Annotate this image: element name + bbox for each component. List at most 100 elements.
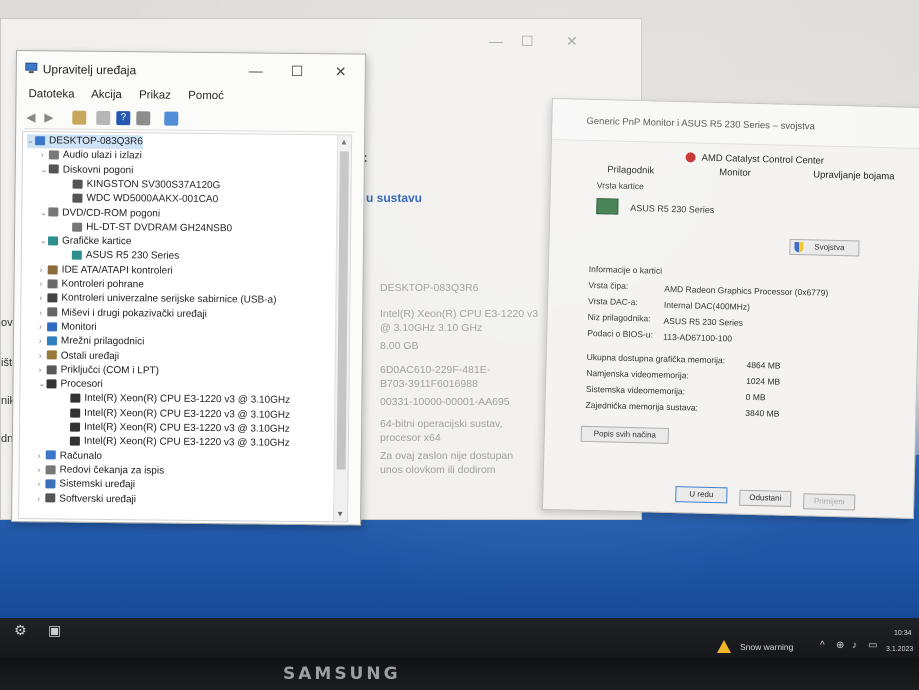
tab-adapter[interactable]: Prilagodnik [607, 164, 654, 176]
window-app-icon[interactable]: ▣ [48, 622, 61, 639]
tree-item[interactable]: › Priključci (COM i LPT) [39, 363, 159, 378]
apply-button[interactable]: Primijeni [803, 493, 856, 511]
menu-file[interactable]: Datoteka [28, 88, 74, 100]
tree-item[interactable]: › Mrežni prilagodnici [39, 334, 145, 349]
scroll-thumb[interactable] [336, 151, 349, 470]
tree-item[interactable]: HL-DT-ST DVDRAM GH24NSB0 [64, 220, 232, 236]
chevron-right-icon[interactable]: › [39, 320, 47, 334]
chevron-right-icon[interactable]: › [38, 463, 46, 477]
tree-item[interactable]: › Redovi čekanja za ispis [38, 463, 165, 478]
minimize-icon[interactable]: — [249, 62, 263, 78]
cancel-button[interactable]: Odustani [739, 489, 792, 507]
volume-icon[interactable]: ♪ [852, 640, 857, 651]
scan-hardware-icon[interactable] [164, 111, 179, 126]
tree-item[interactable]: ⌄ Procesori [38, 377, 102, 392]
properties-button[interactable]: Svojstva [789, 238, 860, 257]
tree-item-label: Ostali uređaji [60, 349, 120, 362]
display-adapter-icon [71, 250, 82, 260]
system-section-link[interactable]: u sustavu [366, 191, 422, 205]
chevron-right-icon[interactable]: › [40, 263, 48, 277]
info-value-chip: AMD Radeon Graphics Processor (0x6779) [664, 283, 829, 298]
chevron-down-icon[interactable]: ⌄ [40, 206, 48, 220]
tree-item[interactable]: ⌄ DVD/CD-ROM pogoni [40, 206, 160, 221]
card-type-label: Vrsta kartice [596, 180, 644, 192]
mem-label-system: Sistemska videomemorija: [585, 383, 686, 397]
tree-item[interactable]: › Kontroleri pohrane [39, 277, 144, 292]
menu-view[interactable]: Prikaz [139, 89, 171, 101]
tree-item-label: IDE ATA/ATAPI kontroleri [61, 264, 173, 277]
device-view-icon[interactable] [136, 111, 151, 126]
tree-item[interactable]: › Softverski uređaji [37, 492, 136, 507]
chevron-down-icon[interactable]: ⌄ [40, 234, 48, 248]
audio-icon [48, 150, 59, 160]
forward-arrow-icon[interactable]: ▶ [44, 110, 58, 124]
ok-button[interactable]: U redu [675, 486, 728, 504]
tree-item[interactable]: › Sistemski uređaji [37, 477, 135, 492]
chevron-right-icon[interactable]: › [39, 363, 47, 377]
scroll-down-icon[interactable]: ▼ [336, 509, 344, 518]
chevron-right-icon[interactable]: › [39, 277, 47, 291]
tree-item[interactable]: › Računalo [38, 449, 102, 464]
weather-warning-icon[interactable] [717, 640, 731, 653]
network-icon[interactable]: ⊕ [836, 640, 844, 651]
tree-item[interactable]: › Miševi i drugi pokazivački uređaji [39, 306, 207, 322]
sys-pen-2: unos olovkom ili dodirom [380, 464, 496, 476]
chevron-right-icon[interactable]: › [39, 349, 47, 363]
settings-gear-icon[interactable]: ⚙ [14, 622, 27, 639]
keyboard-icon[interactable]: ▭ [868, 640, 877, 651]
chevron-right-icon[interactable]: › [38, 449, 46, 463]
tree-item[interactable]: › Monitori [39, 320, 97, 335]
print-queue-icon [45, 465, 56, 475]
tree-item-label: HL-DT-ST DVDRAM GH24NSB0 [86, 221, 233, 235]
weather-text[interactable]: Snow warning [740, 642, 793, 652]
tree-item-label: KINGSTON SV300S37A120G [86, 178, 221, 192]
chevron-down-icon[interactable]: ⌄ [41, 163, 49, 177]
list-all-modes-button[interactable]: Popis svih načina [580, 425, 669, 444]
chevron-right-icon[interactable]: › [39, 306, 47, 320]
clock-date[interactable]: 3.1.2023 [886, 646, 913, 653]
tab-monitor[interactable]: Monitor [719, 167, 751, 179]
back-arrow-icon[interactable]: ◀ [26, 110, 40, 124]
chevron-right-icon[interactable]: › [41, 149, 49, 163]
tray-chevron-icon[interactable]: ^ [820, 640, 825, 651]
properties-icon[interactable] [72, 110, 87, 125]
tree-item[interactable]: › Audio ulazi i izlazi [41, 149, 142, 164]
tab-amd-catalyst[interactable]: AMD Catalyst Control Center [701, 153, 824, 167]
tree-item-label: Audio ulazi i izlazi [62, 149, 142, 162]
tree-item[interactable]: ⌄ Diskovni pogoni [41, 163, 134, 178]
menu-action[interactable]: Akcija [91, 89, 122, 101]
menu-help[interactable]: Pomoć [188, 90, 224, 102]
chevron-right-icon[interactable]: › [39, 334, 47, 348]
minimize-icon[interactable]: — [489, 33, 503, 49]
maximize-icon[interactable]: ☐ [521, 33, 534, 50]
close-icon[interactable]: ✕ [335, 63, 347, 80]
info-value-adapter-string: ASUS R5 230 Series [663, 315, 744, 328]
chevron-down-icon[interactable]: ⌄ [38, 377, 46, 391]
tree-item[interactable]: ⌄ Grafičke kartice [40, 234, 132, 249]
tree-item[interactable]: ⌄ DESKTOP-083Q3R6 [26, 134, 143, 150]
tree-item[interactable]: ASUS R5 230 Series [64, 249, 180, 264]
tree-item[interactable]: › Ostali uređaji [39, 349, 120, 364]
tab-color-management[interactable]: Upravljanje bojama [813, 169, 895, 182]
help-icon[interactable]: ? [116, 111, 131, 126]
tree-item-label: Računalo [59, 450, 103, 462]
chevron-right-icon[interactable]: › [37, 492, 45, 506]
tree-item[interactable]: KINGSTON SV300S37A120G [65, 177, 221, 193]
close-icon[interactable]: ✕ [566, 33, 578, 50]
device-tree[interactable]: ▲ ▼ ⌄ DESKTOP-083Q3R6 › Audio ulazi i izlaz… [18, 131, 353, 523]
tree-item[interactable]: › IDE ATA/ATAPI kontroleri [40, 263, 173, 278]
clock-time[interactable]: 10:34 [894, 630, 912, 637]
tree-item-label: Intel(R) Xeon(R) CPU E3-1220 v3 @ 3.10GH… [84, 407, 291, 421]
processor-icon [70, 393, 81, 403]
chevron-right-icon[interactable]: › [37, 477, 45, 491]
tree-item[interactable]: WDC WD5000AAKX-001CA0 [64, 192, 218, 208]
maximize-icon[interactable]: ☐ [291, 63, 304, 80]
chevron-down-icon[interactable]: ⌄ [27, 134, 35, 148]
tree-item-label: Redovi čekanja za ispis [59, 464, 165, 477]
chevron-right-icon[interactable]: › [39, 292, 47, 306]
ide-icon [47, 264, 58, 274]
monitor-icon [47, 322, 58, 332]
tree-scrollbar[interactable]: ▲ ▼ [333, 135, 352, 522]
list-view-icon[interactable] [96, 110, 111, 125]
scroll-up-icon[interactable]: ▲ [340, 137, 348, 146]
